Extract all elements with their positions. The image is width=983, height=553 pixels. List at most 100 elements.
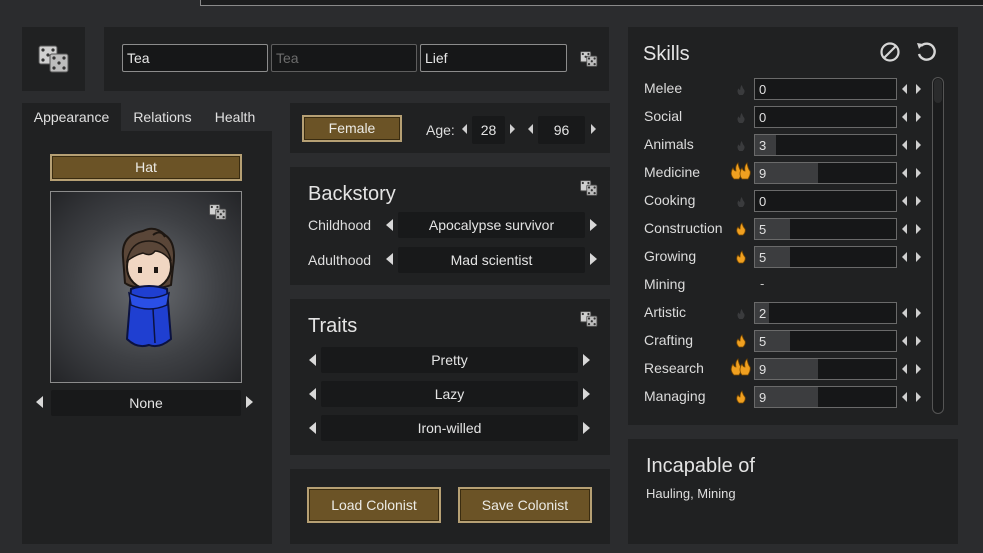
passion-none-flame-icon[interactable] [736, 139, 746, 155]
dice-icon[interactable] [209, 204, 227, 223]
apparel-select[interactable]: None [51, 390, 241, 416]
trait-select[interactable]: Lazy [321, 381, 578, 407]
age-chronological-field[interactable]: 96 [538, 116, 585, 144]
dice-icon[interactable] [580, 51, 598, 70]
skill-level-bar[interactable]: 2 [754, 302, 897, 324]
prev-childhood-icon[interactable] [386, 219, 393, 231]
skill-level-bar[interactable]: 9 [754, 162, 897, 184]
skill-level-bar[interactable]: 3 [754, 134, 897, 156]
skill-level-bar[interactable]: 5 [754, 246, 897, 268]
skills-title: Skills [643, 43, 690, 65]
skill-value: 5 [759, 250, 767, 265]
dice-icon[interactable] [580, 180, 598, 199]
skill-increase-icon[interactable] [916, 252, 921, 262]
passion-major-flame-icon[interactable] [729, 162, 751, 183]
skill-row: Construction 5 [644, 218, 934, 240]
age-biological-field[interactable]: 28 [472, 116, 505, 144]
adulthood-select[interactable]: Mad scientist [398, 247, 585, 273]
tab-relations[interactable]: Relations [123, 103, 202, 131]
skill-level-bar[interactable]: 9 [754, 358, 897, 380]
passion-none-flame-icon[interactable] [736, 195, 746, 211]
skill-increase-icon[interactable] [916, 196, 921, 206]
next-apparel-arrow-icon[interactable] [246, 396, 253, 408]
scrollbar-thumb[interactable] [934, 79, 942, 103]
age-chrono-down-icon[interactable] [528, 124, 533, 134]
skill-decrease-icon[interactable] [902, 112, 907, 122]
skills-scrollbar[interactable] [932, 77, 944, 414]
childhood-select[interactable]: Apocalypse survivor [398, 212, 585, 238]
skill-level-bar[interactable]: 5 [754, 330, 897, 352]
passion-none-flame-icon[interactable] [736, 111, 746, 127]
skill-decrease-icon[interactable] [902, 224, 907, 234]
gender-button[interactable]: Female [302, 115, 402, 142]
trait-select[interactable]: Pretty [321, 347, 578, 373]
skill-decrease-icon[interactable] [902, 140, 907, 150]
skill-row: Mining - [644, 274, 934, 296]
prev-adulthood-icon[interactable] [386, 253, 393, 265]
last-name-input[interactable]: Lief [420, 44, 567, 72]
age-bio-up-icon[interactable] [510, 124, 515, 134]
undo-icon[interactable] [914, 40, 938, 64]
skill-increase-icon[interactable] [916, 140, 921, 150]
skill-increase-icon[interactable] [916, 336, 921, 346]
skill-increase-icon[interactable] [916, 224, 921, 234]
skill-level-bar[interactable]: 9 [754, 386, 897, 408]
next-trait-icon[interactable] [583, 354, 590, 366]
passion-minor-flame-icon[interactable] [735, 222, 747, 239]
skill-value: 9 [759, 390, 767, 405]
skill-increase-icon[interactable] [916, 392, 921, 402]
save-colonist-button[interactable]: Save Colonist [458, 487, 592, 523]
skill-decrease-icon[interactable] [902, 168, 907, 178]
skill-row: Managing 9 [644, 386, 934, 408]
skill-name: Construction [644, 220, 723, 236]
passion-none-flame-icon[interactable] [736, 307, 746, 323]
skill-level-bar[interactable]: 0 [754, 78, 897, 100]
next-adulthood-icon[interactable] [590, 253, 597, 265]
passion-minor-flame-icon[interactable] [735, 334, 747, 351]
skill-decrease-icon[interactable] [902, 196, 907, 206]
prohibit-icon[interactable] [879, 41, 901, 63]
skill-decrease-icon[interactable] [902, 336, 907, 346]
skill-level-bar[interactable]: 0 [754, 190, 897, 212]
hat-button[interactable]: Hat [50, 154, 242, 181]
skill-increase-icon[interactable] [916, 168, 921, 178]
pawn-portrait [50, 191, 242, 383]
dice-icon[interactable] [580, 311, 598, 330]
first-name-input[interactable]: Tea [122, 44, 268, 72]
skill-value: 9 [759, 166, 767, 181]
tab-health[interactable]: Health [204, 103, 266, 131]
skill-name: Social [644, 108, 683, 124]
tab-appearance[interactable]: Appearance [22, 103, 121, 131]
dice-icon[interactable] [38, 45, 70, 76]
skill-value: 3 [759, 138, 767, 153]
skill-level-bar[interactable]: 0 [754, 106, 897, 128]
age-chrono-up-icon[interactable] [591, 124, 596, 134]
passion-minor-flame-icon[interactable] [735, 390, 747, 407]
next-trait-icon[interactable] [583, 388, 590, 400]
next-trait-icon[interactable] [583, 422, 590, 434]
skill-increase-icon[interactable] [916, 112, 921, 122]
skill-increase-icon[interactable] [916, 308, 921, 318]
skill-increase-icon[interactable] [916, 84, 921, 94]
skill-level-bar[interactable]: 5 [754, 218, 897, 240]
skill-increase-icon[interactable] [916, 364, 921, 374]
skill-decrease-icon[interactable] [902, 364, 907, 374]
passion-none-flame-icon[interactable] [736, 83, 746, 99]
prev-trait-icon[interactable] [309, 354, 316, 366]
passion-major-flame-icon[interactable] [729, 358, 751, 379]
next-childhood-icon[interactable] [590, 219, 597, 231]
skill-row: Cooking 0 [644, 190, 934, 212]
prev-apparel-arrow-icon[interactable] [36, 396, 43, 408]
trait-select[interactable]: Iron-willed [321, 415, 578, 441]
passion-minor-flame-icon[interactable] [735, 250, 747, 267]
age-bio-down-icon[interactable] [462, 124, 467, 134]
prev-trait-icon[interactable] [309, 388, 316, 400]
skill-value: 2 [759, 306, 767, 321]
prev-trait-icon[interactable] [309, 422, 316, 434]
nickname-input[interactable]: Tea [271, 44, 417, 72]
load-colonist-button[interactable]: Load Colonist [307, 487, 441, 523]
skill-decrease-icon[interactable] [902, 308, 907, 318]
skill-decrease-icon[interactable] [902, 84, 907, 94]
skill-decrease-icon[interactable] [902, 392, 907, 402]
skill-decrease-icon[interactable] [902, 252, 907, 262]
